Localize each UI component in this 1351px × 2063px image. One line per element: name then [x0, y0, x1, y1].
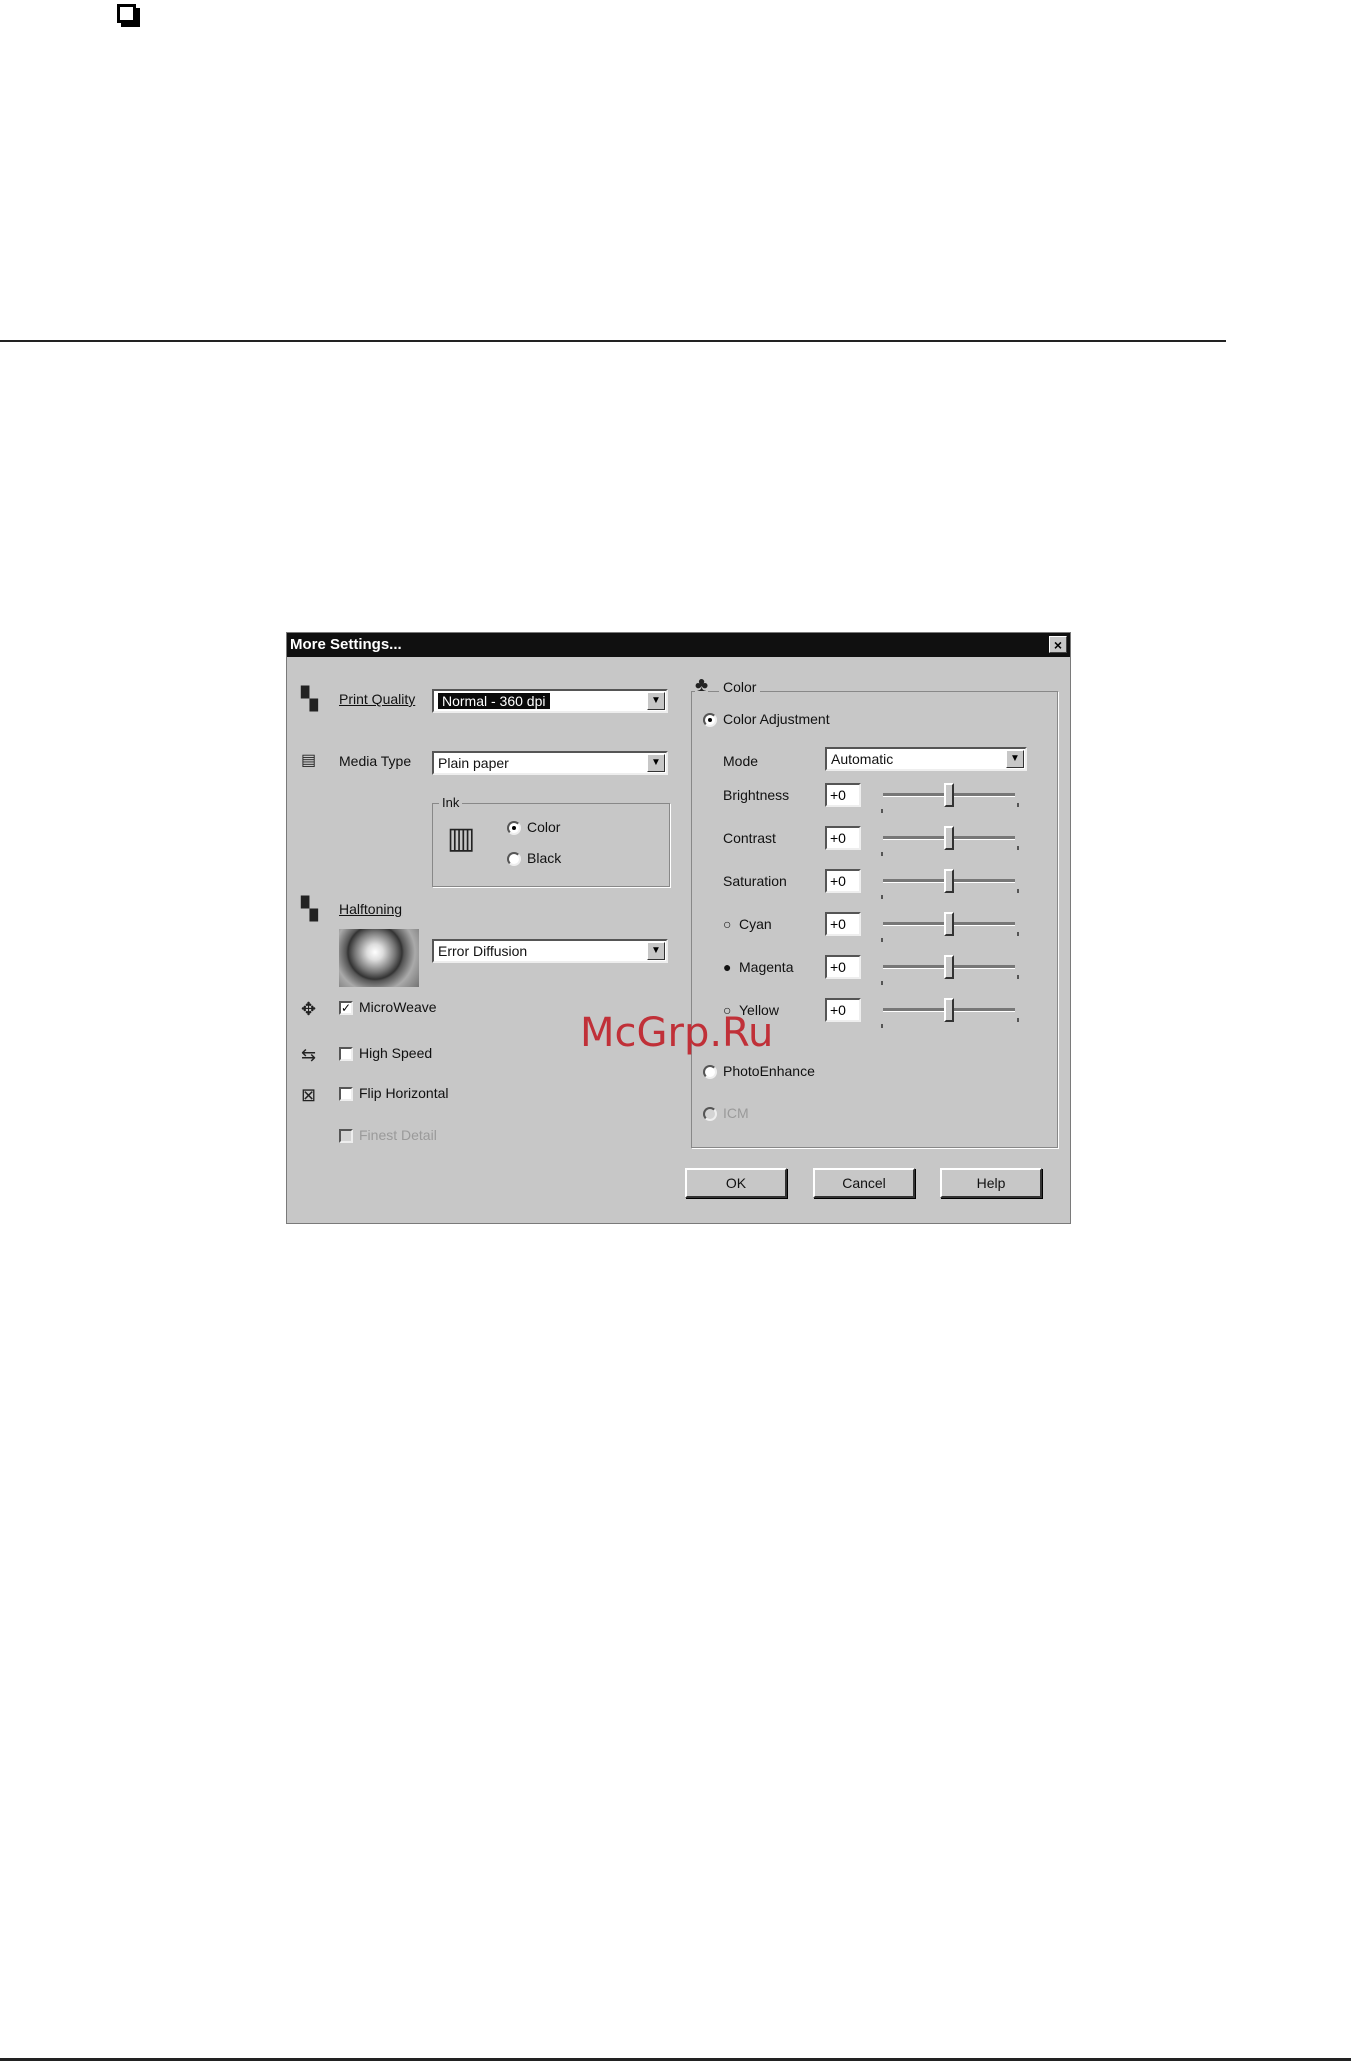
icm-radio[interactable]	[703, 1107, 717, 1121]
microweave-label[interactable]: MicroWeave	[359, 999, 437, 1015]
print-quality-select[interactable]: Normal - 360 dpi ▼	[432, 689, 668, 713]
chevron-down-icon[interactable]: ▼	[647, 692, 665, 710]
print-quality-value: Normal - 360 dpi	[438, 693, 550, 709]
slider-tick-start	[881, 981, 883, 985]
ink-black-radio[interactable]	[507, 852, 521, 866]
ink-group-label: Ink	[439, 795, 463, 810]
slider-label-contrast: Contrast	[723, 830, 776, 846]
mode-select[interactable]: Automatic ▼	[825, 747, 1027, 771]
print-quality-icon: ▚	[301, 686, 318, 711]
slider-tick-end	[1017, 975, 1019, 979]
slider-value-yellow[interactable]: +0	[825, 998, 861, 1022]
high-speed-checkbox[interactable]	[339, 1047, 353, 1061]
dialog-title: More Settings...	[290, 636, 402, 653]
media-type-select[interactable]: Plain paper ▼	[432, 751, 668, 775]
slider-tick-end	[1017, 932, 1019, 936]
color-palette-icon: ♣	[695, 673, 709, 697]
color-group-label: Color	[719, 679, 761, 695]
finest-detail-checkbox[interactable]	[339, 1129, 353, 1143]
slider-tick-start	[881, 809, 883, 813]
slider-thumb-cyan[interactable]	[944, 912, 954, 936]
slider-tick-end	[1017, 846, 1019, 850]
finest-detail-label[interactable]: Finest Detail	[359, 1127, 437, 1143]
mode-label: Mode	[723, 753, 759, 769]
slider-value-cyan[interactable]: +0	[825, 912, 861, 936]
ok-button[interactable]: OK	[685, 1168, 787, 1198]
icm-label[interactable]: ICM	[723, 1105, 749, 1121]
halftone-preview-image	[339, 929, 419, 987]
slider-prefix-magenta: ●	[723, 959, 732, 975]
slider-label-magenta: Magenta	[739, 959, 794, 975]
halftoning-select[interactable]: Error Diffusion ▼	[432, 939, 668, 963]
ink-cartridge-icon: ▥	[447, 822, 476, 855]
watermark: McGrp.Ru	[580, 1010, 774, 1056]
microweave-checkbox[interactable]: ✓	[339, 1001, 353, 1015]
slider-value-saturation[interactable]: +0	[825, 869, 861, 893]
high-speed-icon: ⇆	[301, 1045, 317, 1065]
halftoning-icon: ▚	[301, 896, 318, 921]
chevron-down-icon[interactable]: ▼	[647, 942, 665, 960]
photoenhance-label[interactable]: PhotoEnhance	[723, 1063, 815, 1079]
ink-black-label[interactable]: Black	[527, 850, 561, 866]
slider-thumb-contrast[interactable]	[944, 826, 954, 850]
slider-tick-start	[881, 938, 883, 942]
flip-horizontal-icon: ⊠	[301, 1085, 317, 1105]
flip-horizontal-checkbox[interactable]	[339, 1087, 353, 1101]
chevron-down-icon[interactable]: ▼	[647, 754, 665, 772]
print-quality-label: Print Quality	[339, 691, 416, 707]
flip-horizontal-label[interactable]: Flip Horizontal	[359, 1085, 448, 1101]
slider-tick-start	[881, 852, 883, 856]
horizontal-rule	[0, 2058, 1351, 2061]
ink-color-label[interactable]: Color	[527, 819, 560, 835]
media-type-icon: ▤	[301, 752, 317, 769]
slider-prefix-cyan: ○	[723, 916, 732, 932]
high-speed-label[interactable]: High Speed	[359, 1045, 432, 1061]
media-type-value: Plain paper	[438, 755, 509, 771]
cancel-button[interactable]: Cancel	[813, 1168, 915, 1198]
horizontal-rule	[0, 340, 1226, 342]
ink-color-radio[interactable]	[507, 821, 521, 835]
photoenhance-radio[interactable]	[703, 1065, 717, 1079]
slider-thumb-magenta[interactable]	[944, 955, 954, 979]
slider-tick-start	[881, 1024, 883, 1028]
halftoning-value: Error Diffusion	[438, 943, 528, 959]
halftoning-label: Halftoning	[339, 901, 403, 917]
chevron-down-icon[interactable]: ▼	[1006, 750, 1024, 768]
help-button[interactable]: Help	[940, 1168, 1042, 1198]
slider-thumb-yellow[interactable]	[944, 998, 954, 1022]
slider-value-brightness[interactable]: +0	[825, 783, 861, 807]
slider-label-brightness: Brightness	[723, 787, 790, 803]
microweave-icon: ✥	[301, 999, 317, 1019]
mode-value: Automatic	[831, 751, 894, 767]
slider-tick-end	[1017, 1018, 1019, 1022]
close-button[interactable]: ×	[1049, 636, 1067, 653]
dialog-title-bar[interactable]: More Settings... ×	[287, 633, 1070, 657]
slider-tick-end	[1017, 803, 1019, 807]
slider-tick-end	[1017, 889, 1019, 893]
slider-thumb-saturation[interactable]	[944, 869, 954, 893]
slider-tick-start	[881, 895, 883, 899]
media-type-label: Media Type	[339, 753, 412, 769]
page-checkbox-icon	[117, 4, 136, 23]
slider-label-saturation: Saturation	[723, 873, 787, 889]
slider-value-contrast[interactable]: +0	[825, 826, 861, 850]
color-adjustment-label[interactable]: Color Adjustment	[723, 711, 830, 727]
slider-label-cyan: Cyan	[739, 916, 772, 932]
more-settings-dialog: More Settings... × ▚ Print Quality Norma…	[286, 632, 1071, 1224]
slider-thumb-brightness[interactable]	[944, 783, 954, 807]
slider-value-magenta[interactable]: +0	[825, 955, 861, 979]
color-adjustment-radio[interactable]	[703, 713, 717, 727]
